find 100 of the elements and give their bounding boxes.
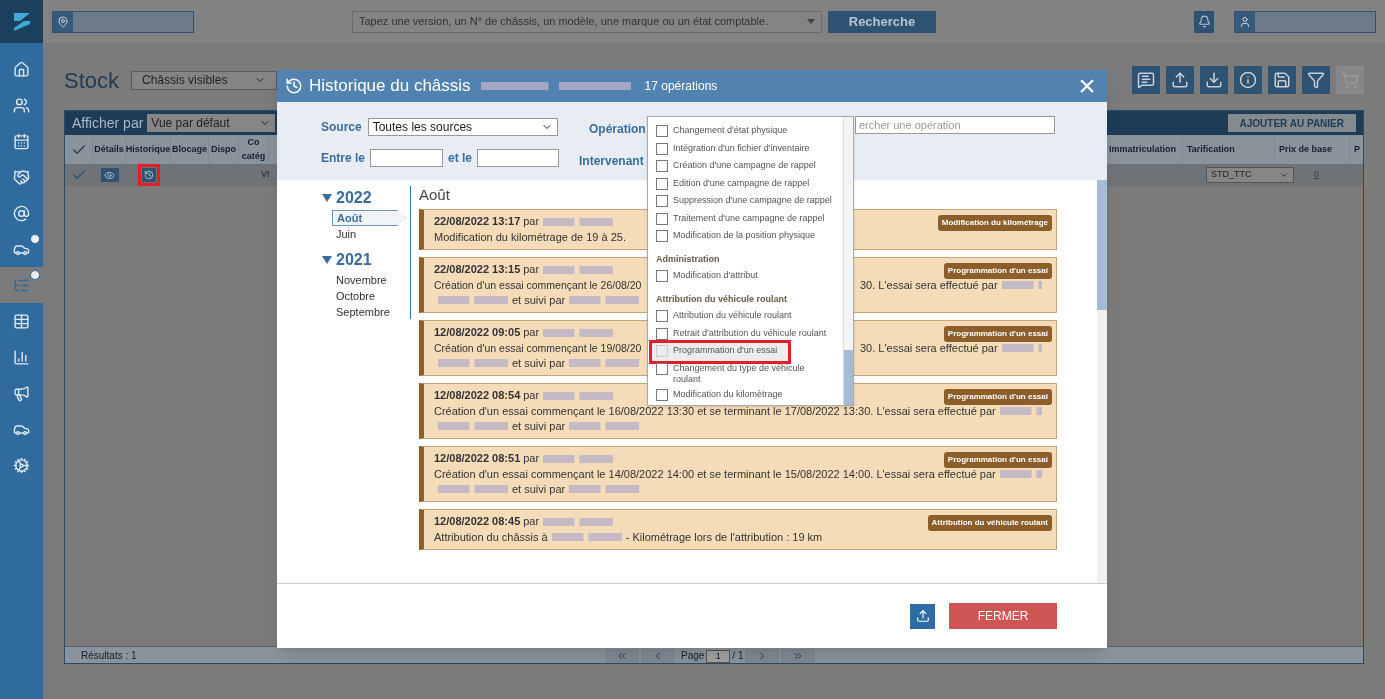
chat-button[interactable] — [1132, 66, 1160, 94]
entry-text: et suivi par — [512, 355, 566, 371]
entry-author-label: par — [523, 451, 540, 467]
operation-option[interactable]: Edition d'une campagne de rappel — [656, 175, 843, 193]
operation-option[interactable]: Attribution du véhicule roulant — [656, 308, 843, 326]
operation-option[interactable]: Traitement d'une campagne de rappel — [656, 210, 843, 228]
details-button[interactable] — [100, 168, 119, 182]
operation-option[interactable]: Changement d'état physique — [656, 123, 843, 141]
filter-button[interactable] — [1302, 66, 1330, 94]
operation-option[interactable]: Programmation d'un essai — [652, 343, 788, 361]
operation-option[interactable]: Retrait d'attribution du véhicule roulant — [656, 325, 843, 343]
search-field[interactable]: Tapez une version, un N° de châssis, un modèle, une marque ou un état comptable. — [352, 10, 822, 33]
checkbox[interactable] — [656, 142, 668, 155]
blurred-name — [543, 327, 614, 338]
checkbox[interactable] — [656, 125, 668, 137]
operation-option[interactable]: Modification de la position physique — [656, 228, 843, 246]
table-cell: VI — [261, 168, 270, 182]
blurred-name — [543, 264, 614, 275]
checkbox[interactable] — [656, 177, 668, 190]
checkbox[interactable] — [656, 230, 668, 242]
operation-option[interactable]: Modification du kilomètrage — [656, 386, 843, 404]
entry-author-label: par — [523, 388, 540, 404]
location-pin-icon — [57, 15, 69, 28]
results-count: Résultats : 1 — [81, 648, 137, 663]
blurred-name — [569, 484, 640, 494]
operation-option[interactable]: Modification d'attribut — [656, 268, 843, 286]
sidebar-item[interactable] — [0, 267, 43, 303]
blurred-name — [551, 532, 622, 542]
blurred-name — [438, 358, 508, 368]
save-button[interactable] — [1268, 66, 1296, 94]
entry-text: Création d'un essai commençant le 26/08/20 — [434, 278, 642, 291]
page-total: / 1 — [732, 649, 744, 663]
history-button[interactable] — [137, 164, 160, 186]
blurred-name — [543, 390, 614, 401]
close-button[interactable]: × — [1075, 71, 1099, 101]
location-field[interactable] — [52, 10, 194, 33]
upload-button[interactable] — [1166, 66, 1194, 94]
blurred-name — [543, 216, 614, 227]
pricing-select[interactable]: STD_TTC — [1206, 167, 1294, 183]
month-item[interactable]: Août — [332, 210, 406, 226]
end-date-field[interactable] — [477, 149, 560, 167]
display-select[interactable]: Vue par défaut — [147, 114, 276, 132]
close-dialog-button[interactable]: FERMER — [949, 603, 1057, 629]
entry-author-label: par — [523, 514, 540, 530]
checkbox[interactable] — [656, 160, 668, 172]
blurred-name — [543, 453, 614, 464]
operation-option[interactable]: Suppression d'une campagne de rappel — [656, 193, 843, 211]
month-item[interactable]: Septembre — [332, 304, 410, 320]
blurred-name — [999, 406, 1042, 416]
checkbox[interactable] — [656, 345, 668, 357]
page-title: Stock — [64, 66, 120, 95]
view-select[interactable]: Châssis visibles — [131, 70, 278, 90]
operation-option[interactable]: Intégration d'un fichier d'inventaire — [656, 140, 843, 158]
double-chevron-left-icon — [616, 650, 628, 662]
blurred-name — [569, 358, 640, 368]
download-button[interactable] — [1200, 66, 1228, 94]
checkbox[interactable] — [656, 212, 668, 225]
info-button[interactable] — [1234, 66, 1262, 94]
expand-caret-icon[interactable] — [322, 256, 332, 264]
blurred-name — [438, 484, 508, 494]
history-icon — [143, 170, 154, 180]
expand-caret-icon[interactable] — [322, 194, 332, 202]
operation-tag: Modification du kilométrage — [937, 214, 1052, 231]
blurred-name — [999, 469, 1042, 479]
year-label[interactable]: 2022 — [336, 186, 372, 210]
notifications-button[interactable] — [1194, 10, 1214, 33]
month-item[interactable]: Juin — [332, 226, 410, 242]
month-item[interactable]: Octobre — [332, 288, 410, 304]
export-button[interactable] — [910, 603, 935, 629]
bell-icon — [1197, 15, 1211, 28]
user-icon — [1239, 15, 1251, 28]
display-by-label: Afficher par — [72, 113, 144, 133]
operation-tag: Attribution du véhicule roulant — [927, 514, 1052, 531]
checkbox[interactable] — [656, 195, 668, 207]
badge-icon — [30, 270, 40, 280]
operation-option[interactable]: Création d'une campagne de rappel — [656, 158, 843, 176]
source-select[interactable]: Toutes les sources — [367, 118, 558, 136]
at-icon — [13, 204, 30, 222]
blurred-name — [1001, 343, 1042, 353]
entry-date: 22/08/2022 13:15 — [434, 262, 521, 278]
start-date-field[interactable] — [370, 149, 443, 167]
checkbox[interactable] — [656, 310, 668, 322]
entry-text: Création d'un essai commençant le 16/08/2022 13:30 et se terminant le 17/08/2022 13:30. L'essai sera effectué par — [434, 403, 996, 419]
checkbox[interactable] — [656, 388, 668, 401]
entry-date: 22/08/2022 13:17 — [434, 214, 521, 230]
operation-option[interactable]: Changement du type de véhicule roulant — [656, 360, 843, 387]
page-field[interactable]: 1 — [706, 649, 731, 663]
operation-tag: Programmation d'un essai — [943, 325, 1052, 342]
user-field[interactable] — [1234, 10, 1376, 33]
month-item[interactable]: Novembre — [332, 272, 410, 288]
year-label[interactable]: 2021 — [336, 248, 372, 272]
logo-icon — [0, 0, 43, 43]
checkbox[interactable] — [656, 327, 668, 340]
checkbox[interactable] — [656, 270, 668, 282]
dropdown-caret-icon — [807, 19, 815, 24]
entry-text: Modification du kilométrage de 19 à 25. — [434, 229, 626, 245]
entry-date: 12/08/2022 08:51 — [434, 451, 521, 467]
badge-icon — [30, 234, 40, 244]
checkbox[interactable] — [656, 362, 668, 375]
search-button[interactable]: Recherche — [828, 10, 936, 33]
